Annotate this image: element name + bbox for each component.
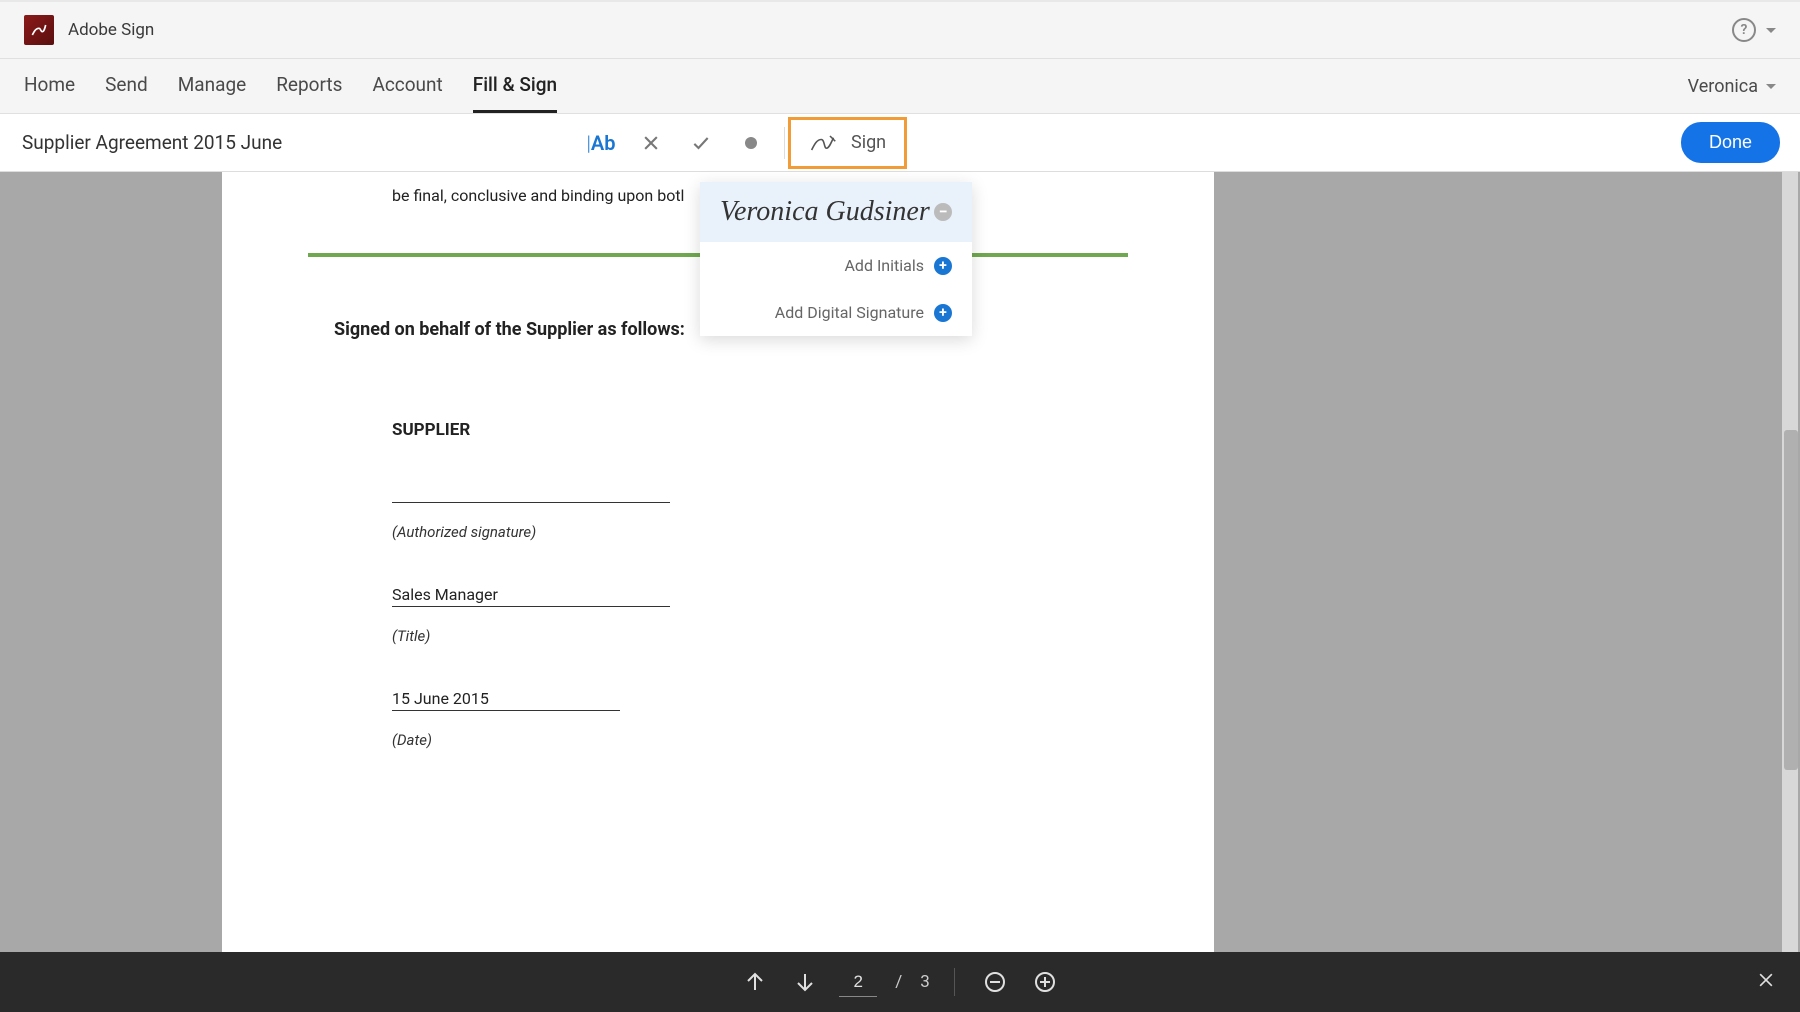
page-down-button[interactable] [789, 966, 821, 998]
checkmark-tool-button[interactable] [676, 121, 726, 165]
tab-send[interactable]: Send [105, 59, 148, 113]
done-button[interactable]: Done [1681, 122, 1780, 163]
tab-home[interactable]: Home [24, 59, 75, 113]
controls-separator [954, 968, 955, 996]
document-title: Supplier Agreement 2015 June [22, 131, 282, 154]
page-separator: / [895, 972, 902, 992]
remove-signature-icon[interactable]: − [934, 203, 952, 221]
page-controls: / 3 [0, 952, 1800, 1012]
close-controls-button[interactable] [1756, 970, 1776, 994]
scrollbar-thumb[interactable] [1784, 430, 1798, 770]
plus-icon: + [934, 304, 952, 322]
authorized-signature-label: (Authorized signature) [392, 523, 1154, 541]
page-total: 3 [920, 972, 930, 992]
user-name: Veronica [1688, 76, 1758, 97]
text-tool-button[interactable]: |Ab [576, 121, 626, 165]
app-menu-caret-icon[interactable] [1766, 28, 1776, 33]
page-number-input[interactable] [839, 968, 877, 997]
app-bar-right: ? [1732, 18, 1776, 42]
add-initials-option[interactable]: Add Initials + [700, 242, 972, 289]
toolbar: Supplier Agreement 2015 June |Ab Sign Do… [0, 114, 1800, 172]
date-field[interactable]: 15 June 2015 [392, 689, 620, 711]
add-initials-label: Add Initials [720, 256, 924, 275]
annotation-tools: |Ab [576, 121, 793, 165]
zoom-out-button[interactable] [979, 966, 1011, 998]
sign-button-label: Sign [851, 132, 886, 153]
app-logo-icon [24, 15, 54, 45]
user-menu-caret-icon [1766, 84, 1776, 89]
app-bar: Adobe Sign ? [0, 0, 1800, 59]
tab-fill-sign[interactable]: Fill & Sign [473, 59, 557, 113]
signature-icon [809, 132, 837, 154]
text-tool-label: Ab [591, 131, 616, 155]
signature-preview: Veronica Gudsiner [720, 196, 930, 228]
page-up-button[interactable] [739, 966, 771, 998]
add-digital-signature-label: Add Digital Signature [720, 303, 924, 322]
plus-icon: + [934, 257, 952, 275]
x-mark-tool-button[interactable] [626, 121, 676, 165]
title-field[interactable]: Sales Manager [392, 585, 670, 607]
dot-icon [745, 137, 757, 149]
help-icon[interactable]: ? [1732, 18, 1756, 42]
title-label: (Title) [392, 627, 1154, 645]
toolbar-separator [784, 127, 785, 159]
sign-button[interactable]: Sign [788, 117, 907, 169]
sign-dropdown: Veronica Gudsiner − Add Initials + Add D… [700, 182, 972, 336]
zoom-in-button[interactable] [1029, 966, 1061, 998]
tab-account[interactable]: Account [372, 59, 442, 113]
tab-reports[interactable]: Reports [276, 59, 342, 113]
app-bar-left: Adobe Sign [24, 15, 154, 45]
dot-tool-button[interactable] [726, 121, 776, 165]
signature-option[interactable]: Veronica Gudsiner − [700, 182, 972, 242]
date-label: (Date) [392, 731, 1154, 749]
tab-manage[interactable]: Manage [178, 59, 247, 113]
user-menu[interactable]: Veronica [1688, 76, 1776, 97]
nav-tabs: Home Send Manage Reports Account Fill & … [24, 59, 557, 113]
supplier-label: SUPPLIER [392, 420, 1154, 440]
app-name: Adobe Sign [68, 20, 154, 40]
signature-line[interactable] [392, 502, 670, 503]
add-digital-signature-option[interactable]: Add Digital Signature + [700, 289, 972, 336]
nav-bar: Home Send Manage Reports Account Fill & … [0, 59, 1800, 114]
